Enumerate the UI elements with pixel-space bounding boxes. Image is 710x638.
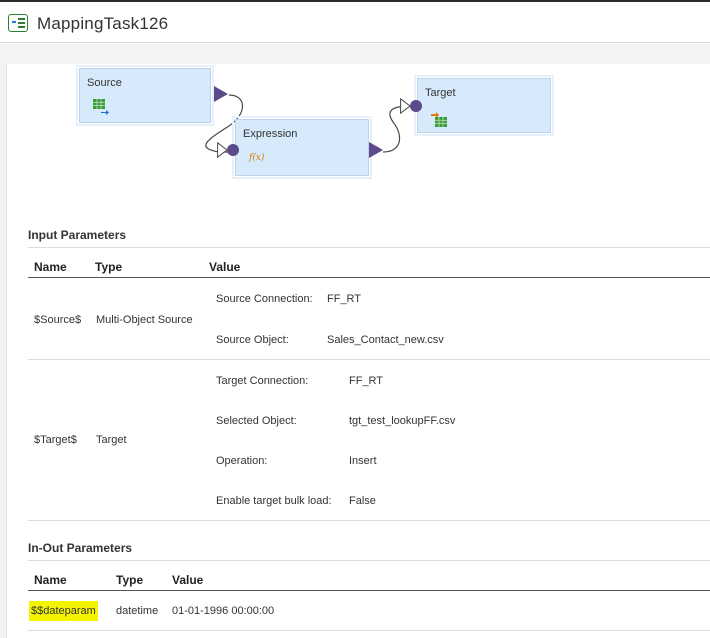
column-header-value[interactable]: Value <box>209 260 240 274</box>
param-value: FF_RT <box>349 375 384 387</box>
target-input-port[interactable] <box>400 98 422 114</box>
param-value: False <box>349 495 376 507</box>
target-node[interactable]: Target <box>414 75 554 136</box>
inout-param-type: datetime <box>116 605 159 617</box>
param-value: Sales_Contact_new.csv <box>327 334 444 346</box>
column-header-type[interactable]: Type <box>95 260 122 274</box>
column-header-type[interactable]: Type <box>116 573 143 587</box>
row-divider <box>28 630 710 631</box>
function-icon: f(x) <box>249 153 265 163</box>
param-value-key: Selected Object: <box>216 415 297 427</box>
title-bar: MappingTask126 <box>0 0 710 43</box>
source-node[interactable]: Source <box>76 65 214 126</box>
row-divider <box>28 359 710 360</box>
param-type: Target <box>96 434 127 446</box>
inout-param-value: 01-01-1996 00:00:00 <box>172 605 275 617</box>
header-divider <box>28 590 710 591</box>
param-value: Insert <box>349 455 377 467</box>
param-name: $Source$ <box>34 314 82 326</box>
column-header-name[interactable]: Name <box>34 573 67 587</box>
content-area: Source Expression f(x) Target Input Para… <box>0 44 710 638</box>
page-title: MappingTask126 <box>37 14 169 33</box>
source-output-port[interactable] <box>214 86 228 102</box>
param-value-key: Source Object: <box>216 334 289 346</box>
section-divider <box>28 560 710 561</box>
row-divider <box>28 520 710 521</box>
task-details-panel: Source Expression f(x) Target Input Para… <box>6 64 710 638</box>
param-value-key: Enable target bulk load: <box>216 495 332 507</box>
mapping-task-icon <box>8 14 28 32</box>
input-parameters-title: Input Parameters <box>28 228 127 242</box>
expression-input-port[interactable] <box>217 142 239 158</box>
target-node-label: Target <box>425 87 456 99</box>
column-header-name[interactable]: Name <box>34 260 67 274</box>
section-divider <box>28 247 710 248</box>
source-table-icon <box>93 99 109 115</box>
header-divider <box>28 277 710 278</box>
target-table-icon <box>431 112 447 127</box>
inout-param-name: $$dateparam <box>29 601 98 621</box>
param-name: $Target$ <box>34 434 77 446</box>
expression-node-label: Expression <box>243 128 298 140</box>
expression-output-port[interactable] <box>369 142 383 158</box>
param-value-key: Source Connection: <box>216 293 313 305</box>
inout-parameters-title: In-Out Parameters <box>28 541 133 555</box>
param-type: Multi-Object Source <box>96 314 193 326</box>
column-header-value[interactable]: Value <box>172 573 203 587</box>
param-value: FF_RT <box>327 293 362 305</box>
param-value: tgt_test_lookupFF.csv <box>349 415 456 427</box>
param-value-key: Target Connection: <box>216 375 309 387</box>
expression-node[interactable]: Expression f(x) <box>232 116 372 179</box>
param-value-key: Operation: <box>216 455 268 467</box>
source-node-label: Source <box>87 77 122 89</box>
